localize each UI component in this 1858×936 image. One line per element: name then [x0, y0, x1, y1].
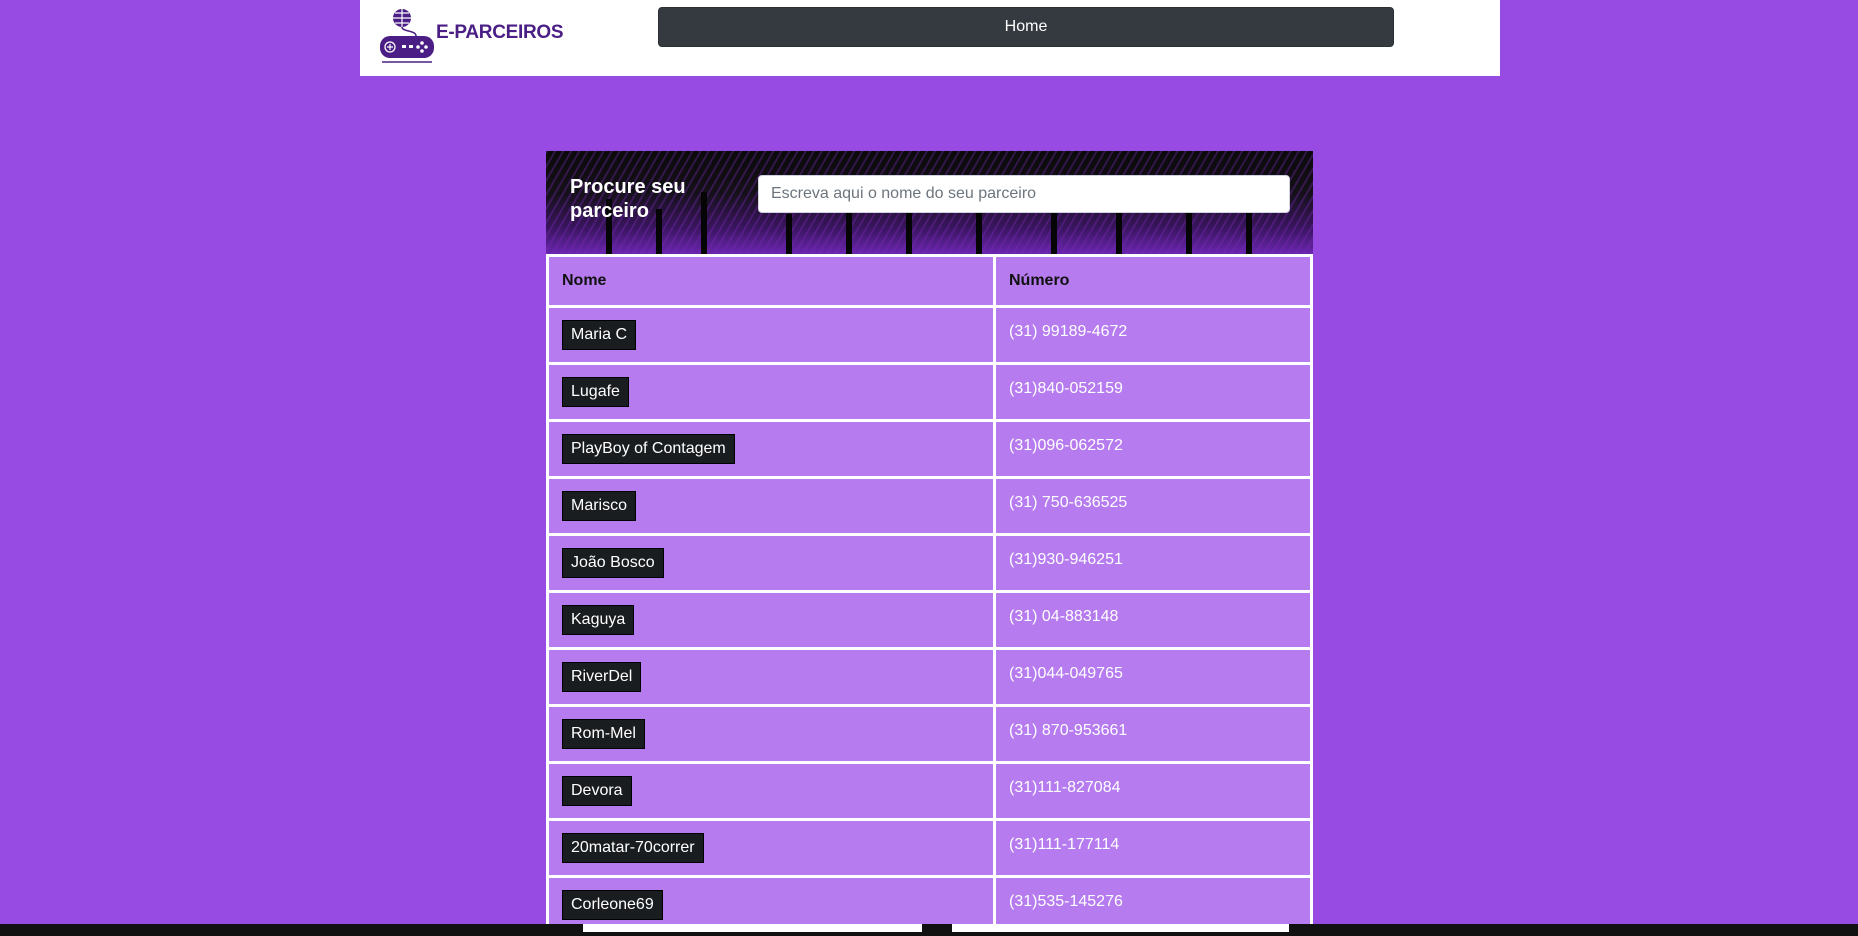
home-button[interactable]: Home: [658, 7, 1394, 47]
partner-phone: (31)840-052159: [1009, 380, 1123, 397]
table-row: João Bosco (31)930-946251: [546, 533, 1313, 593]
partner-phone: (31) 870-953661: [1009, 722, 1128, 739]
partner-name-button[interactable]: Marisco: [562, 491, 637, 521]
brand-name[interactable]: E-PARCEIROS: [436, 22, 564, 44]
partner-phone: (31) 750-636525: [1009, 494, 1128, 511]
partner-name-button[interactable]: 20matar-70correr: [562, 833, 704, 863]
table-row: 20matar-70correr (31)111-177114: [546, 818, 1313, 878]
table-row: Lugafe (31)840-052159: [546, 362, 1313, 422]
partner-phone: (31) 04-883148: [1009, 608, 1119, 625]
top-navbar: E-PARCEIROS Home: [360, 0, 1500, 76]
table-row: PlayBoy of Contagem (31)096-062572: [546, 419, 1313, 479]
partner-phone: (31)111-827084: [1009, 779, 1121, 796]
gamepad-globe-icon[interactable]: [378, 6, 438, 68]
partners-table: Nome Número Maria C (31) 99189-4672 Luga…: [546, 254, 1313, 935]
column-header-name: Nome: [546, 254, 996, 308]
search-input[interactable]: [758, 175, 1290, 213]
search-header: Procure seu parceiro: [546, 151, 1313, 254]
table-header-row: Nome Número: [546, 254, 1313, 308]
search-title: Procure seu parceiro: [570, 176, 686, 222]
partner-phone: (31)535-145276: [1009, 893, 1123, 910]
partner-name-button[interactable]: Lugafe: [562, 377, 629, 407]
table-row: Rom-Mel (31) 870-953661: [546, 704, 1313, 764]
table-row: Kaguya (31) 04-883148: [546, 590, 1313, 650]
partner-name-button[interactable]: João Bosco: [562, 548, 664, 578]
partner-name-button[interactable]: Rom-Mel: [562, 719, 645, 749]
table-row: Marisco (31) 750-636525: [546, 476, 1313, 536]
column-header-number: Número: [993, 254, 1313, 308]
table-row: Devora (31)111-827084: [546, 761, 1313, 821]
partner-name-button[interactable]: PlayBoy of Contagem: [562, 434, 735, 464]
partners-panel: Procure seu parceiro Nome Número Maria C…: [546, 151, 1313, 936]
partner-phone: (31)044-049765: [1009, 665, 1123, 682]
partner-phone: (31) 99189-4672: [1009, 323, 1128, 340]
partner-phone: (31)930-946251: [1009, 551, 1123, 568]
partner-name-button[interactable]: Corleone69: [562, 890, 663, 920]
footer-strip: [0, 924, 1858, 936]
partner-name-button[interactable]: Devora: [562, 776, 632, 806]
partner-phone: (31)096-062572: [1009, 437, 1123, 454]
partner-name-button[interactable]: RiverDel: [562, 662, 642, 692]
partner-phone: (31)111-177114: [1009, 836, 1120, 853]
table-row: Maria C (31) 99189-4672: [546, 305, 1313, 365]
partner-name-button[interactable]: Kaguya: [562, 605, 635, 635]
partner-name-button[interactable]: Maria C: [562, 320, 637, 350]
table-row: RiverDel (31)044-049765: [546, 647, 1313, 707]
